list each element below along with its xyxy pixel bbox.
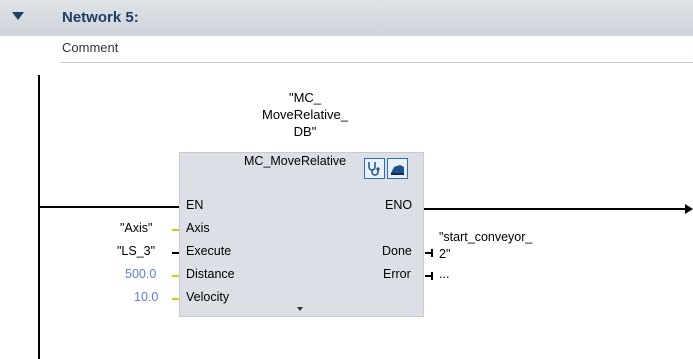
execute-input-value[interactable]: "LS_3" [117,244,155,258]
eno-wire [424,208,686,210]
velocity-input-marker [172,298,179,300]
network-header[interactable]: Network 5: [0,0,693,36]
axis-input-marker [172,229,179,231]
commissioning-icon[interactable] [387,158,408,179]
pin-done[interactable]: Done [382,244,412,258]
distance-input-value[interactable]: 500.0 [125,267,156,281]
network-comment[interactable]: Comment [62,40,118,55]
done-output-value[interactable]: "start_conveyor_ 2" [439,229,532,263]
pin-distance[interactable]: Distance [186,267,235,281]
pin-en[interactable]: EN [186,198,203,212]
error-output-value[interactable]: ... [439,267,449,281]
instance-db-name[interactable]: "MC_ MoveRelative_ DB" [240,89,370,140]
pin-axis[interactable]: Axis [186,221,210,235]
pin-eno[interactable]: ENO [385,198,412,212]
error-output-marker [425,272,433,280]
pin-velocity[interactable]: Velocity [186,290,229,304]
stethoscope-icon[interactable] [364,158,385,179]
expand-block-icon[interactable] [297,307,303,311]
velocity-input-value[interactable]: 10.0 [134,290,158,304]
distance-input-marker [172,275,179,277]
execute-input-marker [172,252,179,254]
pin-error[interactable]: Error [383,267,411,281]
network-title: Network 5: [62,9,139,26]
comment-divider [60,62,693,63]
pin-execute[interactable]: Execute [186,244,231,258]
wire-arrow-icon [685,204,693,214]
power-rail [38,75,40,359]
collapse-arrow-icon[interactable] [12,12,24,20]
axis-input-value[interactable]: "Axis" [120,221,153,235]
en-wire [40,206,179,208]
done-output-marker [425,249,433,257]
block-type-name: MC_MoveRelative [244,154,347,168]
